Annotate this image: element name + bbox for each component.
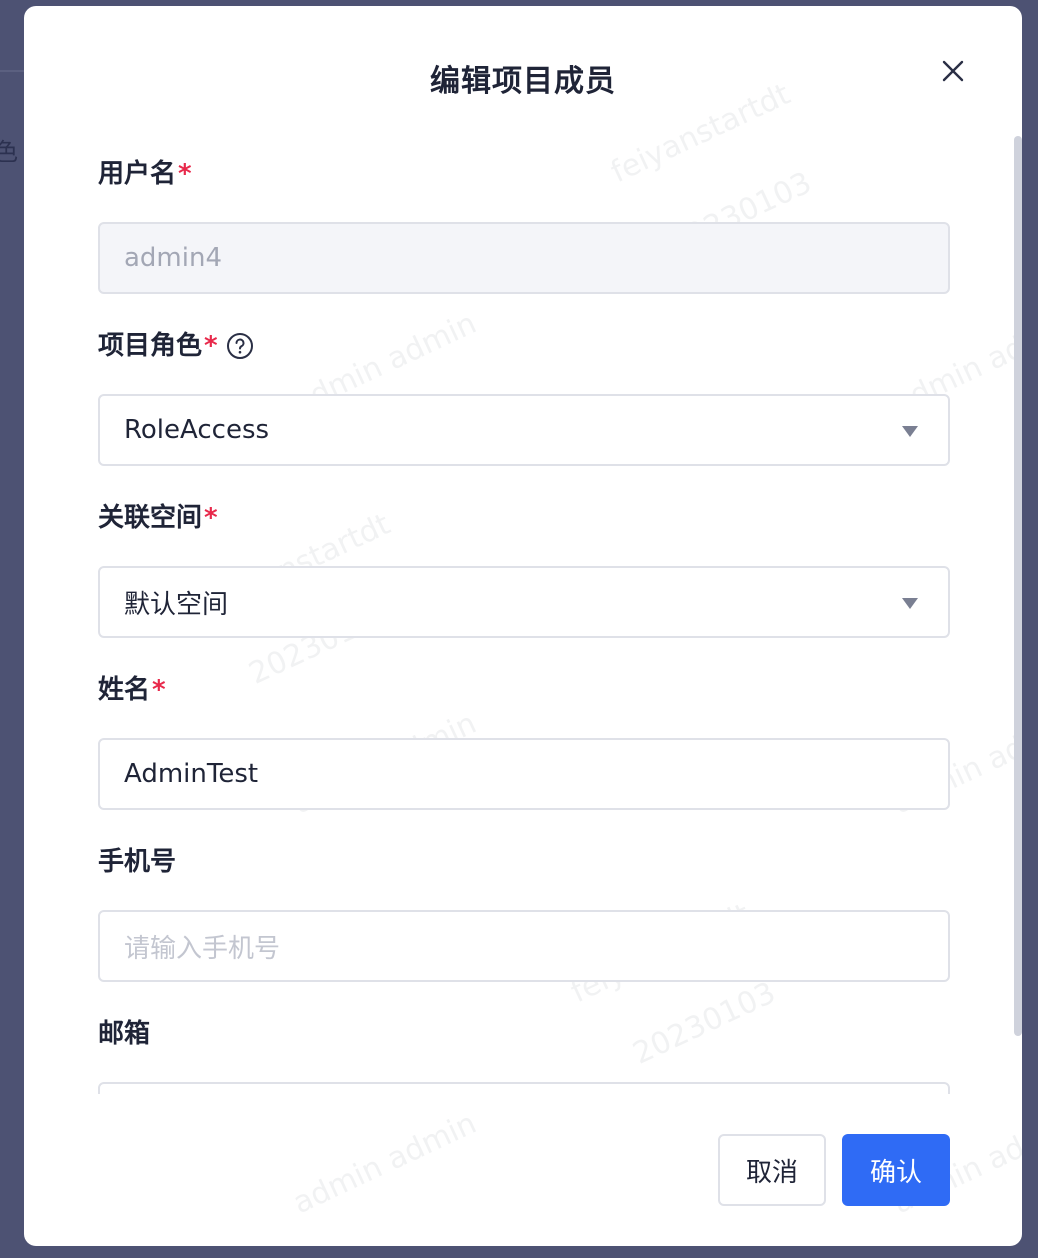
field-role: 项目角色 * RoleAccess [98, 328, 950, 466]
required-mark: * [204, 503, 218, 533]
phone-label: 手机号 [98, 847, 177, 877]
field-phone: 手机号 请输入手机号 [98, 844, 950, 982]
required-mark: * [178, 159, 192, 189]
name-label: 姓名 * [98, 672, 950, 708]
bg-partial-text: 色 [0, 138, 18, 166]
phone-input[interactable]: 请输入手机号 [98, 910, 950, 982]
field-username: 用户名 * admin4 [98, 156, 950, 294]
dialog-scrollbar[interactable] [1014, 136, 1022, 1036]
field-name: 姓名 * AdminTest [98, 672, 950, 810]
field-space: 关联空间 * 默认空间 [98, 500, 950, 638]
role-select[interactable]: RoleAccess [98, 394, 950, 466]
email-label: 邮箱 [98, 1019, 151, 1049]
username-input: admin4 [98, 222, 950, 294]
caret-down-icon [902, 598, 918, 609]
cancel-button[interactable]: 取消 [718, 1134, 826, 1206]
question-circle-icon[interactable] [226, 332, 254, 360]
username-label: 用户名 * [98, 156, 950, 192]
field-email: 邮箱 [98, 1016, 950, 1094]
bg-divider [0, 70, 24, 72]
role-label: 项目角色 * [98, 328, 950, 364]
email-input[interactable] [98, 1082, 950, 1094]
name-input[interactable]: AdminTest [98, 738, 950, 810]
close-icon [942, 60, 964, 82]
close-button[interactable] [936, 54, 970, 88]
dialog-title: 编辑项目成员 [430, 64, 616, 99]
confirm-button[interactable]: 确认 [842, 1134, 950, 1206]
required-mark: * [204, 331, 218, 361]
watermark: admin admin [287, 1105, 482, 1222]
edit-member-dialog: 编辑项目成员 feiyanstartdt 20230103 admin admi… [24, 6, 1022, 1246]
space-select[interactable]: 默认空间 [98, 566, 950, 638]
caret-down-icon [902, 426, 918, 437]
member-form: 用户名 * admin4 项目角色 * RoleAccess 关联空间 * 默认… [98, 146, 950, 1094]
required-mark: * [152, 675, 166, 705]
space-label: 关联空间 * [98, 500, 950, 536]
